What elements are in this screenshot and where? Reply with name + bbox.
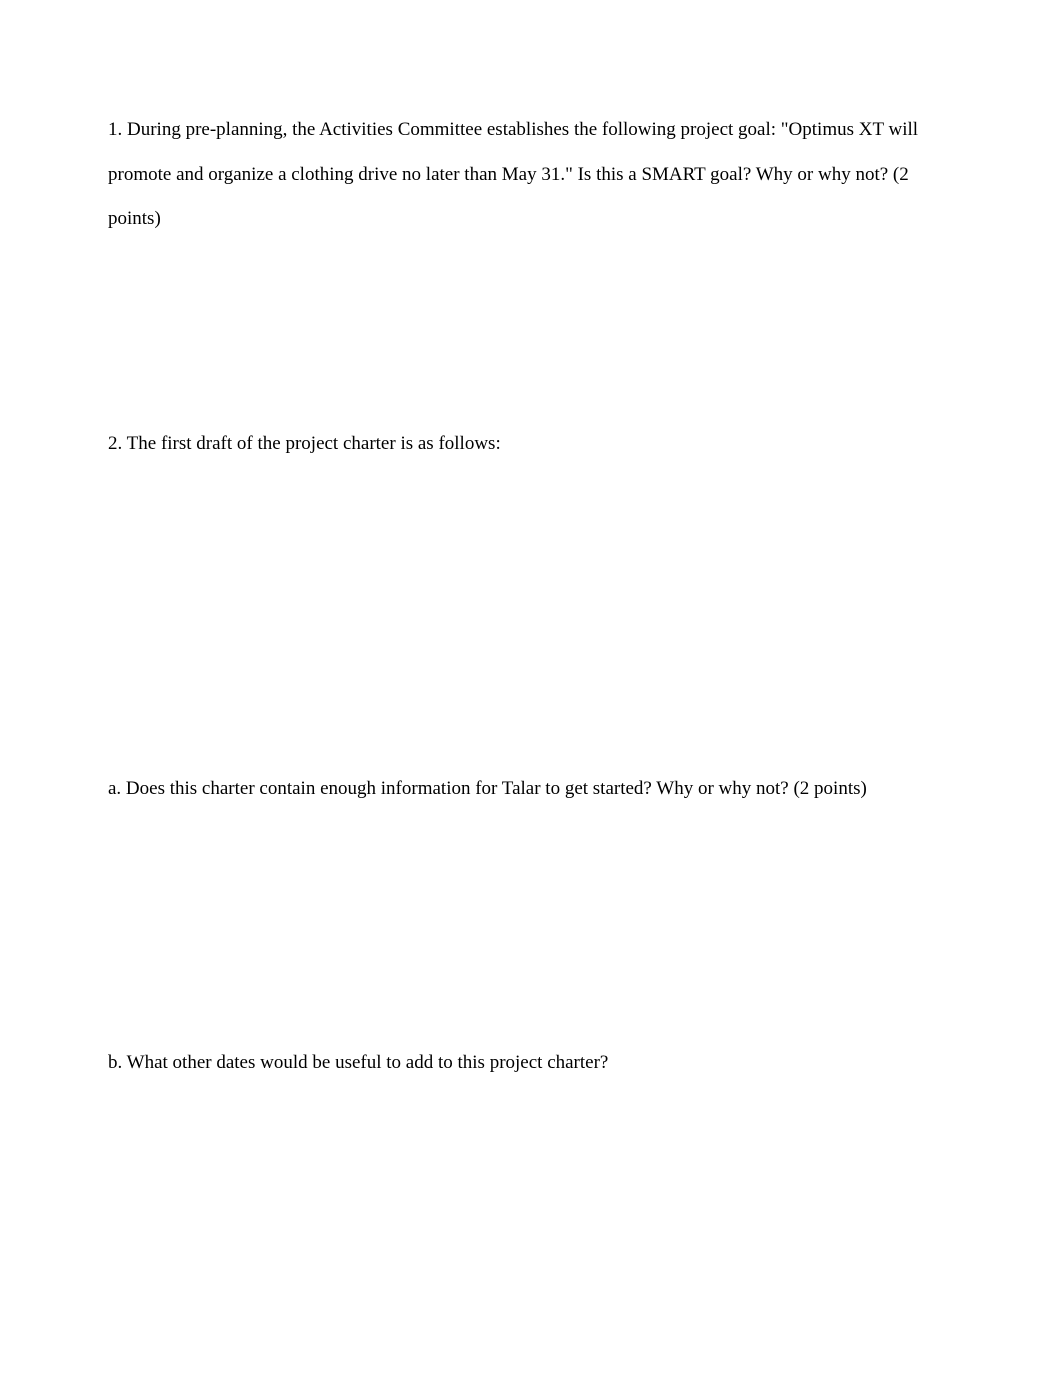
- question-2b: b. What other dates would be useful to a…: [108, 1041, 954, 1086]
- question-2a: a. Does this charter contain enough info…: [108, 767, 954, 812]
- question-2: 2. The first draft of the project charte…: [108, 422, 954, 467]
- question-1: 1. During pre-planning, the Activities C…: [108, 108, 954, 242]
